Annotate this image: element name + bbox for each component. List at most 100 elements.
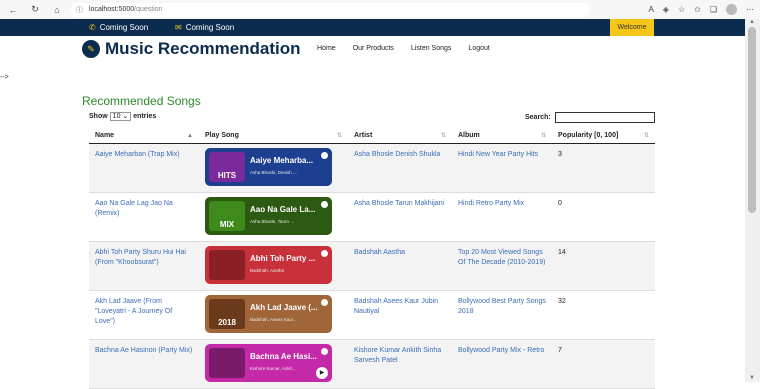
collections-icon[interactable]: ❏ [710,5,717,14]
header-artist[interactable]: Artist ⇅ [348,128,452,144]
header-play-song[interactable]: Play Song ⇅ [199,128,348,144]
album-cover: MIX [209,201,245,231]
songs-table: Name ▲ Play Song ⇅ Artist ⇅ Album ⇅ Populari… [89,128,655,389]
popularity-value: 14 [558,249,566,256]
album-name[interactable]: Hindi Retro Party Mix [452,193,552,241]
spotify-icon [321,250,328,257]
brand-title[interactable]: Music Recommendation [105,39,301,59]
song-name[interactable]: Abhi Toh Party Shuru Hui Hai (From "Khoo… [89,242,199,290]
table-row: Aaiye Meharban (Trap Mix) HITS Aaiye Mehar… [89,144,655,193]
favorite-icon[interactable]: ☆ [678,5,685,14]
mail-text: Coming Soon [185,23,235,32]
phone-text: Coming Soon [99,23,149,32]
profile-avatar[interactable] [726,4,737,15]
stray-text: --> [0,74,9,81]
welcome-button[interactable]: Welcome [610,19,654,36]
phone-info: ✆ Coming Soon [89,23,148,32]
play-song-cell: MIX Aao Na Gale La... Asha Bhosle, Tarun .… [199,193,348,241]
popularity-value: 3 [558,151,562,158]
album-cover: 2018 [209,299,245,329]
artist-name[interactable]: Asha Bhosle Tarun Makhijani [348,193,452,241]
main-nav: Home Our Products Listen Songs Logout [317,45,507,52]
phone-icon: ✆ [89,23,96,32]
spotify-embed-card[interactable]: Bachna Ae Hasi... Kishore Kumar, Ankit...… [205,344,332,382]
card-subtitle: Asha Bhosle, Tarun ... [250,219,294,224]
scroll-up-icon[interactable]: ▲ [749,19,755,25]
entries-label: entries [133,113,157,120]
show-label: Show [89,113,108,120]
spotify-embed-card[interactable]: 2018 Akh Lad Jaave (... Badshah, Asees Kau… [205,295,332,333]
header-name[interactable]: Name ▲ [89,128,199,144]
nav-logout[interactable]: Logout [468,45,489,52]
entries-control: Show 10 ⌄ entries [89,112,156,121]
song-name[interactable]: Bachna Ae Hasinon (Party Mix) [89,340,199,388]
nav-our-products[interactable]: Our Products [353,45,394,52]
header-album[interactable]: Album ⇅ [452,128,552,144]
sort-icon: ⇅ [643,132,649,139]
nav-home[interactable]: Home [317,45,336,52]
card-text: Aaiye Meharba... Asha Bhosle, Denish ... [250,156,313,178]
sort-icon: ⇅ [540,132,546,139]
sort-asc-icon: ▲ [187,132,193,139]
browser-toolbar: ← ↻ ⌂ ⓘ localhost:5000/question A ◈ ☆ ✩ … [0,0,760,19]
spotify-embed-card[interactable]: HITS Aaiye Meharba... Asha Bhosle, Denish … [205,148,332,186]
scrollbar-thumb[interactable] [748,27,756,213]
home-icon[interactable]: ⌂ [50,5,64,15]
popularity-value: 32 [558,298,566,305]
table-header: Name ▲ Play Song ⇅ Artist ⇅ Album ⇅ Populari… [89,128,655,144]
play-icon[interactable]: ▶ [316,367,328,379]
favorites-list-icon[interactable]: ✩ [694,5,701,14]
album-name[interactable]: Top 20 Most Viewed Songs Of The Decade (… [452,242,552,290]
browser-actions: A ◈ ☆ ✩ ❏ ⋯ [648,0,754,19]
artist-name[interactable]: Badshah Asees Kaur Jubin Nautiyal [348,291,452,339]
play-song-cell: 2018 Akh Lad Jaave (... Badshah, Asees Kau… [199,291,348,339]
url-host: localhost:5000 [89,6,135,13]
header-album-label: Album [458,131,480,139]
address-bar[interactable]: ⓘ localhost:5000/question [70,2,590,17]
entries-select[interactable]: 10 ⌄ [109,112,132,121]
table-body: Aaiye Meharban (Trap Mix) HITS Aaiye Mehar… [89,144,655,389]
header-popularity[interactable]: Popularity [0, 100] ⇅ [552,128,655,144]
card-title: Abhi Toh Party ... [250,254,316,263]
album-name[interactable]: Bollywood Best Party Songs 2018 [452,291,552,339]
artist-name[interactable]: Badshah Aastha [348,242,452,290]
logo-icon[interactable]: ✎ [82,40,100,58]
artist-name[interactable]: Asha Bhosle Denish Shukla [348,144,452,192]
card-title: Akh Lad Jaave (... [250,303,318,312]
read-aloud-icon[interactable]: A [648,5,653,14]
back-icon[interactable]: ← [6,5,20,15]
card-text: Akh Lad Jaave (... Badshah, Asees Kaur... [250,303,318,325]
section-title: Recommended Songs [82,94,201,108]
song-name[interactable]: Akh Lad Jaave (From "Loveyatri - A Journ… [89,291,199,339]
more-icon[interactable]: ⋯ [746,5,754,14]
play-song-cell: HITS Aaiye Meharba... Asha Bhosle, Denish … [199,144,348,192]
spotify-embed-card[interactable]: MIX Aao Na Gale La... Asha Bhosle, Tarun .… [205,197,332,235]
info-icon[interactable]: ⓘ [76,5,83,15]
card-title: Aao Na Gale La... [250,205,316,214]
album-name[interactable]: Hindi New Year Party Hits [452,144,552,192]
tracking-icon[interactable]: ◈ [663,5,669,14]
artist-name[interactable]: Kishore Kumar Ankith Sinha Sarvesh Patel [348,340,452,388]
header-artist-label: Artist [354,131,373,139]
search-control: Search: [525,112,655,123]
site-header: ✎ Music Recommendation [82,38,301,60]
mail-info: ✉ Coming Soon [175,23,234,32]
header-play-song-label: Play Song [205,131,239,139]
top-info-bar: ✆ Coming Soon ✉ Coming Soon Welcome [0,19,745,36]
spotify-embed-card[interactable]: Abhi Toh Party ... Badshah, Aastha [205,246,332,284]
spotify-icon [321,348,328,355]
search-input[interactable] [554,112,655,123]
card-subtitle: Badshah, Asees Kaur... [250,317,297,322]
song-name[interactable]: Aao Na Gale Lag Jao Na (Remix) [89,193,199,241]
song-name[interactable]: Aaiye Meharban (Trap Mix) [89,144,199,192]
scroll-down-icon[interactable]: ▼ [749,375,755,381]
album-name[interactable]: Bollywood Party Mix - Retro [452,340,552,388]
refresh-icon[interactable]: ↻ [28,4,42,15]
nav-listen-songs[interactable]: Listen Songs [411,45,451,52]
card-subtitle: Asha Bhosle, Denish ... [250,170,297,175]
play-song-cell: Abhi Toh Party ... Badshah, Aastha [199,242,348,290]
entries-value: 10 [112,113,121,120]
card-title: Bachna Ae Hasi... [250,352,317,361]
page-scrollbar[interactable]: ▲ ▼ [745,19,760,382]
popularity-value: 0 [558,200,562,207]
